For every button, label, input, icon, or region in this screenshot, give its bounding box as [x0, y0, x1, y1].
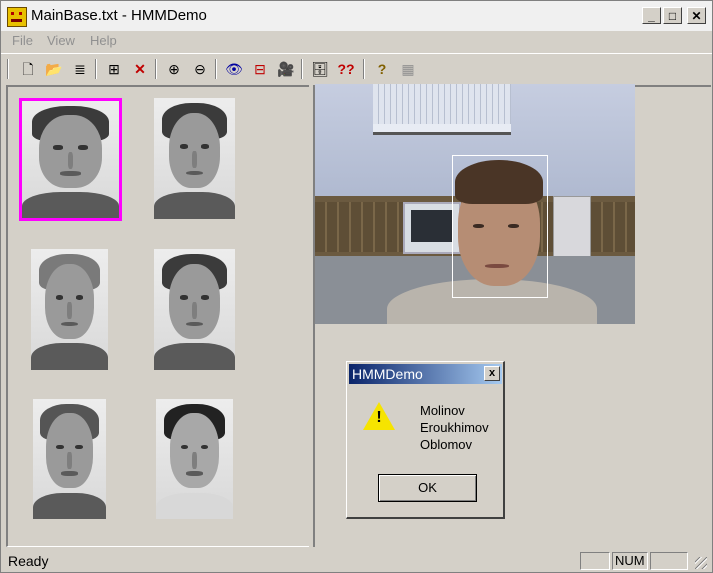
- delete-icon[interactable]: ✕: [129, 58, 151, 80]
- maximize-button[interactable]: □: [663, 7, 682, 24]
- face-thumbnail[interactable]: [33, 399, 106, 519]
- menu-help[interactable]: Help: [90, 33, 117, 48]
- add-face-icon[interactable]: ⊞: [103, 58, 125, 80]
- open-folder-icon[interactable]: 📂: [43, 58, 65, 80]
- status-cell-num: NUM: [612, 552, 648, 570]
- app-icon[interactable]: [7, 7, 27, 27]
- dialog-message-line: Oblomov: [420, 437, 473, 452]
- minimize-button[interactable]: _: [642, 7, 661, 24]
- status-cell-caps: [580, 552, 610, 570]
- face-thumbnail[interactable]: [156, 399, 233, 519]
- list-icon[interactable]: ≣: [69, 58, 91, 80]
- menu-bar: File View Help: [1, 31, 712, 51]
- double-question-icon[interactable]: ??: [335, 58, 357, 80]
- resize-grip-icon[interactable]: [695, 557, 707, 569]
- menu-file[interactable]: File: [12, 33, 33, 48]
- new-file-icon[interactable]: 🗋: [17, 58, 39, 80]
- status-cell-scrl: [650, 552, 688, 570]
- help-icon[interactable]: ?: [371, 58, 393, 80]
- menu-view[interactable]: View: [47, 33, 75, 48]
- zoom-in-icon[interactable]: ⊕: [163, 58, 185, 80]
- camera-icon[interactable]: 🎥: [275, 58, 297, 80]
- toolbar-separator: [7, 59, 9, 79]
- title-bar[interactable]: MainBase.txt - HMMDemo _ □ ✕: [1, 1, 712, 31]
- face-thumbnail[interactable]: [154, 249, 235, 370]
- warning-mark: !: [376, 409, 382, 426]
- face-thumbnail[interactable]: [31, 249, 108, 370]
- status-text: Ready: [8, 553, 49, 569]
- face-detection-box: [452, 155, 548, 298]
- toolbar-separator: [95, 59, 97, 79]
- dialog-title-bar[interactable]: HMMDemo x: [349, 364, 502, 384]
- window-title: MainBase.txt - HMMDemo: [31, 7, 207, 24]
- grid-icon[interactable]: ▦: [397, 58, 419, 80]
- dialog-title: HMMDemo: [352, 366, 423, 382]
- face-thumbnail[interactable]: [154, 98, 235, 219]
- close-button[interactable]: ✕: [687, 7, 706, 24]
- split-icon[interactable]: ⊟: [249, 58, 271, 80]
- main-window: MainBase.txt - HMMDemo _ □ ✕ File View H…: [0, 0, 713, 573]
- toolbar-separator: [155, 59, 157, 79]
- status-bar: Ready NUM: [1, 550, 712, 572]
- camera-view[interactable]: [315, 84, 635, 324]
- toolbar-separator: [215, 59, 217, 79]
- eye-icon[interactable]: 👁: [223, 58, 245, 80]
- ok-button[interactable]: OK: [378, 474, 477, 502]
- hmmdemo-dialog: HMMDemo x ! Molinov Eroukhimov Oblomov O…: [346, 361, 505, 519]
- dialog-message-line: Eroukhimov: [420, 420, 489, 435]
- dialog-close-button[interactable]: x: [484, 366, 500, 381]
- toolbar-separator: [363, 59, 365, 79]
- zoom-out-icon[interactable]: ⊖: [189, 58, 211, 80]
- database-icon[interactable]: 🗄: [309, 58, 331, 80]
- toolbar-separator: [301, 59, 303, 79]
- toolbar: 🗋 📂 ≣ ⊞ ✕ ⊕ ⊖ 👁 ⊟ 🎥 🗄 ?? ? ▦: [1, 53, 712, 84]
- dialog-message-line: Molinov: [420, 403, 465, 418]
- face-thumbnail[interactable]: [19, 98, 122, 221]
